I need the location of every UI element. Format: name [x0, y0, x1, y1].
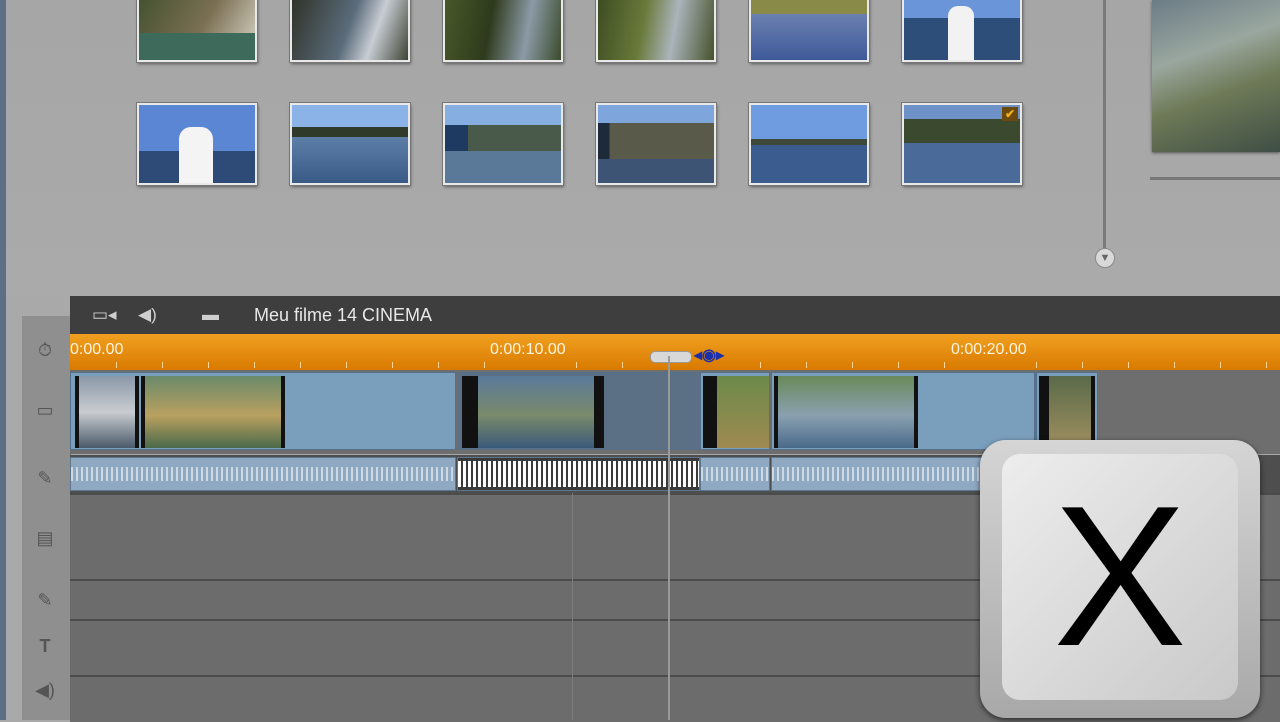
- playhead-line[interactable]: [668, 356, 670, 720]
- video-editor-window: ✔ ▼ ⏱ ▭ ✎ ▤ ✎ T ◀) ▭◂ ◀) ▬ Meu filme 14 …: [0, 0, 1280, 722]
- folder-icon[interactable]: ▬: [202, 304, 219, 326]
- video-clip[interactable]: [771, 372, 1035, 450]
- camera-icon[interactable]: ▭◂: [92, 304, 117, 326]
- video-clip-selected[interactable]: [457, 372, 700, 450]
- speaker-icon[interactable]: ◀): [32, 678, 58, 702]
- library-thumbnail[interactable]: [137, 103, 257, 185]
- media-library-panel: ✔ ▼: [6, 0, 1280, 296]
- playhead-handle[interactable]: ◂◉▸: [687, 345, 731, 367]
- library-thumbnail[interactable]: [290, 103, 410, 185]
- audio-clip-selected[interactable]: [457, 457, 700, 491]
- ruler-label: 0:00.00: [70, 341, 124, 358]
- library-thumbnail[interactable]: [290, 0, 410, 62]
- video-track-icon[interactable]: ▭: [32, 398, 58, 422]
- speaker-icon[interactable]: ◀): [138, 304, 157, 326]
- library-scrollbar[interactable]: [1103, 0, 1106, 252]
- library-thumbnail[interactable]: [443, 103, 563, 185]
- library-thumbnail-selected[interactable]: ✔: [902, 103, 1022, 185]
- library-thumbnail[interactable]: [749, 103, 869, 185]
- ruler-label: 0:00:20.00: [951, 341, 1027, 358]
- library-thumbnail[interactable]: [749, 0, 869, 62]
- mic-icon[interactable]: ✎: [32, 588, 58, 612]
- preview-monitor: [1152, 0, 1280, 152]
- library-thumbnail[interactable]: [443, 0, 563, 62]
- text-icon[interactable]: T: [32, 634, 58, 658]
- snap-guide: [572, 493, 573, 720]
- library-thumbnail[interactable]: [596, 0, 716, 62]
- timeline-header: ▭◂ ◀) ▬ Meu filme 14 CINEMA: [70, 296, 1280, 334]
- title-track-icon[interactable]: ▤: [32, 526, 58, 550]
- library-thumbnail[interactable]: [902, 0, 1022, 62]
- library-thumbnail[interactable]: [137, 0, 257, 62]
- audio-clip[interactable]: [700, 457, 770, 491]
- checkmark-icon: ✔: [1002, 107, 1018, 121]
- clock-icon[interactable]: ⏱: [32, 338, 58, 362]
- scrubber-handle[interactable]: [650, 351, 692, 363]
- audio-clip[interactable]: [70, 457, 456, 491]
- key-letter: X: [1053, 465, 1187, 688]
- scroll-down-button[interactable]: ▼: [1095, 248, 1115, 268]
- timeline-ruler[interactable]: 0:00.00 0:00:10.00 0:00:20.00 ◂◉▸: [70, 334, 1280, 371]
- keyboard-key-overlay: X: [980, 440, 1260, 718]
- video-clip[interactable]: [1036, 372, 1098, 450]
- project-title: Meu filme 14 CINEMA: [254, 305, 433, 325]
- video-clip[interactable]: [700, 372, 770, 450]
- track-header-column: [22, 316, 71, 720]
- library-thumbnail[interactable]: [596, 103, 716, 185]
- audio-mic-icon[interactable]: ✎: [32, 466, 58, 490]
- video-clip[interactable]: [70, 372, 456, 450]
- ruler-label: 0:00:10.00: [490, 341, 566, 358]
- preview-progress-bar[interactable]: [1150, 177, 1280, 180]
- key-cap: X: [1002, 454, 1238, 700]
